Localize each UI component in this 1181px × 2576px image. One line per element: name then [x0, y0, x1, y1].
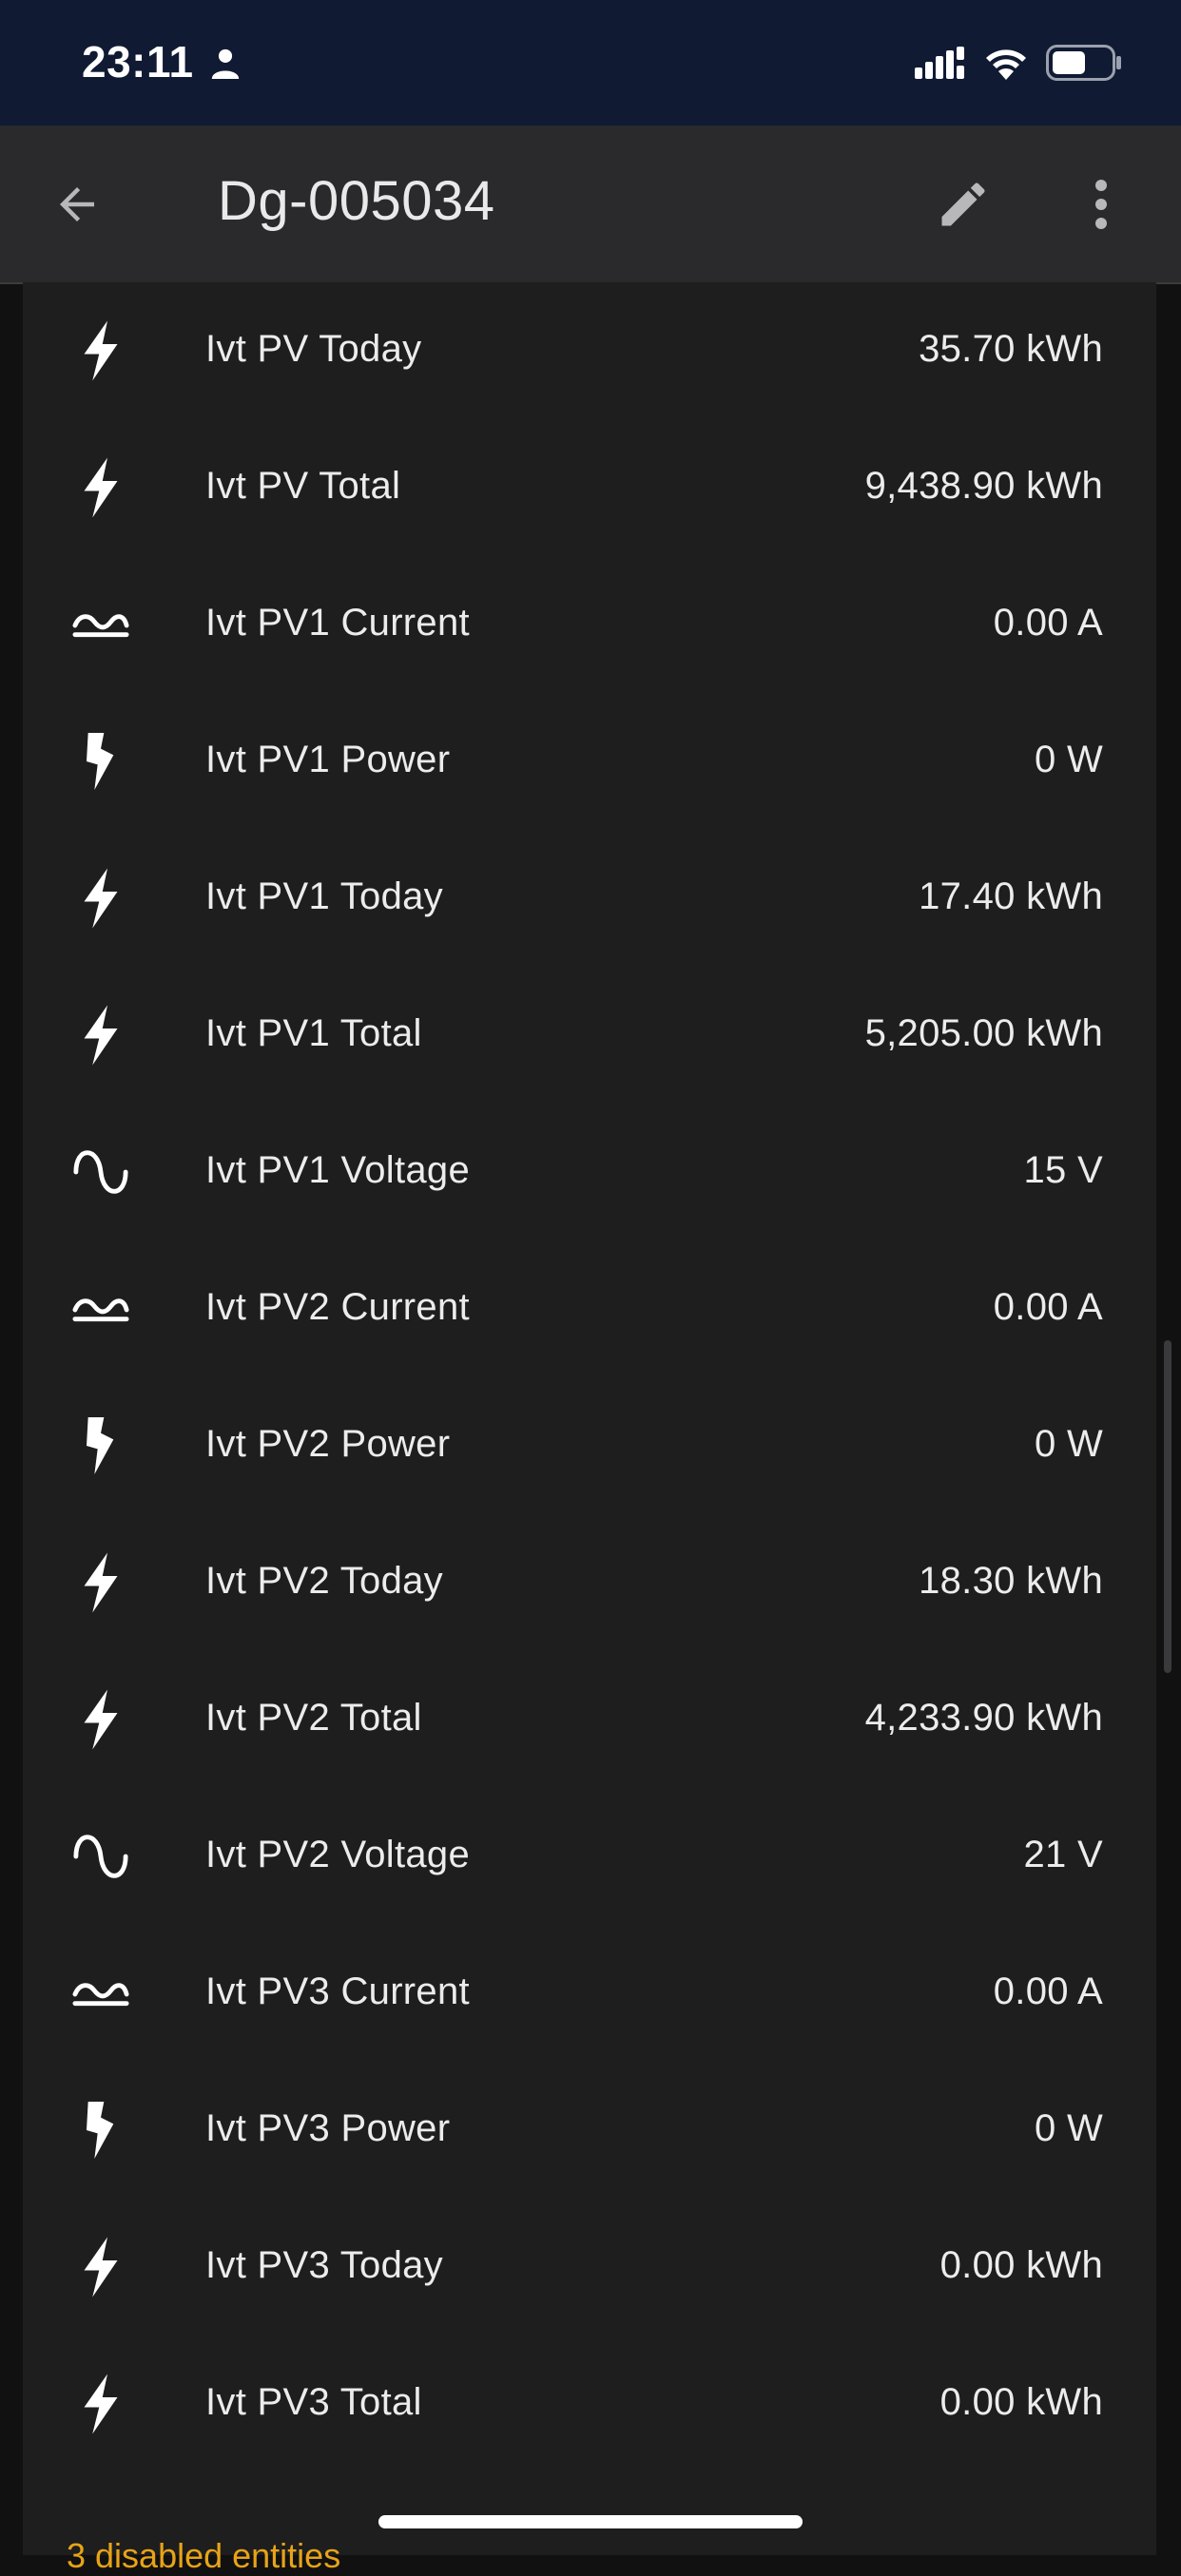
edit-button[interactable] [930, 171, 997, 238]
entity-name: Ivt PV3 Total [205, 2381, 422, 2423]
status-time: 23:11 [82, 37, 194, 87]
entity-value: 15 V [1023, 1149, 1103, 1191]
entity-row[interactable]: Ivt PV Today 35.70 kWh [23, 282, 1156, 419]
page-title: Dg-005034 [218, 170, 495, 232]
power-bolt-icon [72, 2102, 129, 2159]
entity-value: 4,233.90 kWh [864, 1697, 1103, 1739]
entity-value: 5,205.00 kWh [864, 1012, 1103, 1054]
entity-name: Ivt PV2 Power [205, 1423, 451, 1465]
entity-value: 0.00 A [993, 602, 1103, 644]
app-bar: Dg-005034 [0, 125, 1181, 284]
flash-icon [72, 1005, 129, 1066]
pencil-icon [941, 183, 985, 226]
entity-row[interactable]: Ivt PV2 Voltage 21 V [23, 1788, 1156, 1925]
power-bolt-icon [72, 733, 129, 790]
current-ac-icon [72, 1965, 129, 2022]
entity-name: Ivt PV2 Total [205, 1697, 422, 1739]
entity-row[interactable]: Ivt PV1 Today 17.40 kWh [23, 830, 1156, 967]
entity-value: 0.00 kWh [939, 2381, 1103, 2423]
flash-icon [72, 1552, 129, 1613]
entity-value: 18.30 kWh [919, 1560, 1103, 1602]
entity-row[interactable]: Ivt PV2 Today 18.30 kWh [23, 1514, 1156, 1651]
entity-name: Ivt PV Today [205, 328, 422, 370]
status-icons [915, 42, 1122, 84]
entity-name: Ivt PV1 Today [205, 875, 443, 917]
entity-name: Ivt PV1 Current [205, 602, 470, 644]
flash-icon [72, 1689, 129, 1750]
entity-row[interactable]: Ivt PV3 Current 0.00 A [23, 1925, 1156, 2062]
flash-icon [72, 2374, 129, 2434]
entity-name: Ivt PV2 Today [205, 1560, 443, 1602]
more-options-button[interactable] [1073, 171, 1130, 238]
status-bar: 23:11 [0, 0, 1181, 125]
entity-row[interactable]: Ivt PV3 Today 0.00 kWh [23, 2199, 1156, 2336]
entity-value: 9,438.90 kWh [864, 465, 1103, 507]
entity-value: 0 W [1034, 2107, 1103, 2149]
scrollbar[interactable] [1164, 1340, 1171, 1673]
entity-row[interactable]: Ivt PV1 Power 0 W [23, 693, 1156, 830]
entity-name: Ivt PV3 Power [205, 2107, 451, 2149]
entity-row[interactable]: Ivt PV2 Current 0.00 A [23, 1240, 1156, 1377]
current-ac-icon [72, 1280, 129, 1337]
entity-value: 17.40 kWh [919, 875, 1103, 917]
entity-name: Ivt PV2 Current [205, 1286, 470, 1328]
flash-icon [72, 457, 129, 518]
flash-icon [72, 320, 129, 381]
entity-row[interactable]: Ivt PV2 Power 0 W [23, 1377, 1156, 1514]
entity-name: Ivt PV3 Current [205, 1970, 470, 2012]
entity-name: Ivt PV3 Today [205, 2244, 443, 2286]
entity-row[interactable]: Ivt PV1 Total 5,205.00 kWh [23, 967, 1156, 1104]
entity-value: 0.00 A [993, 1286, 1103, 1328]
entity-name: Ivt PV1 Voltage [205, 1149, 471, 1191]
person-icon [211, 48, 240, 79]
entity-value: 0 W [1034, 739, 1103, 780]
entity-value: 0.00 kWh [939, 2244, 1103, 2286]
entity-value: 35.70 kWh [919, 328, 1103, 370]
entity-name: Ivt PV1 Power [205, 739, 451, 780]
entity-name: Ivt PV2 Voltage [205, 1834, 471, 1875]
entity-row[interactable]: Ivt PV2 Total 4,233.90 kWh [23, 1651, 1156, 1788]
power-bolt-icon [72, 1417, 129, 1474]
entity-name: Ivt PV Total [205, 465, 401, 507]
dots-vertical-icon [1095, 180, 1107, 229]
entity-row[interactable]: Ivt PV3 Total 0.00 kWh [23, 2336, 1156, 2472]
arrow-left-icon [60, 187, 94, 221]
entity-list: Ivt PV Today 35.70 kWh Ivt PV Total 9,438.9… [23, 282, 1156, 2472]
battery-icon [1046, 45, 1121, 81]
entity-row[interactable]: Ivt PV1 Current 0.00 A [23, 556, 1156, 693]
current-ac-icon [72, 596, 129, 653]
home-indicator [378, 2515, 803, 2528]
entity-value: 0.00 A [993, 1970, 1103, 2012]
entity-name: Ivt PV1 Total [205, 1012, 422, 1054]
flash-icon [72, 2237, 129, 2297]
flash-icon [72, 868, 129, 929]
entity-value: 0 W [1034, 1423, 1103, 1465]
entities-card: Ivt PV Today 35.70 kWh Ivt PV Total 9,438.9… [23, 282, 1156, 2555]
entity-row[interactable]: Ivt PV Total 9,438.90 kWh [23, 419, 1156, 556]
wifi-icon [986, 49, 1026, 80]
cellular-signal-icon [915, 47, 964, 79]
entity-row[interactable]: Ivt PV1 Voltage 15 V [23, 1104, 1156, 1240]
sine-wave-icon [72, 1828, 129, 1885]
entity-row[interactable]: Ivt PV3 Power 0 W [23, 2062, 1156, 2199]
disabled-entities-link[interactable]: 3 disabled entities [67, 2536, 340, 2576]
sine-wave-icon [72, 1144, 129, 1201]
entity-value: 21 V [1023, 1834, 1103, 1875]
back-button[interactable] [46, 173, 108, 236]
